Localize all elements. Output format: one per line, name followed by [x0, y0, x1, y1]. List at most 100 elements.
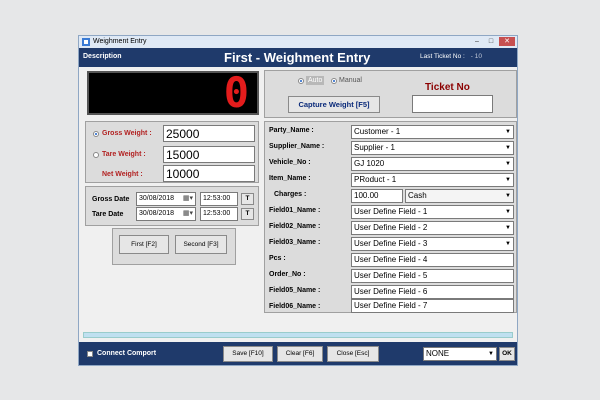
item-name-combo[interactable]: PRoduct - 1 ▼	[351, 173, 514, 187]
clear-button[interactable]: Clear [F6]	[277, 346, 323, 362]
weight-display: 0	[87, 71, 259, 115]
supplier-name-value: Supplier - 1	[354, 143, 395, 152]
status-strip	[83, 332, 513, 338]
page-header: Description First - Weighment Entry Last…	[79, 48, 517, 67]
close-button[interactable]: Close [Esc]	[327, 346, 379, 362]
vehicle-no-value: GJ 1020	[354, 159, 385, 168]
weighment-actions-panel: First [F2] Second [F3]	[112, 228, 236, 265]
chevron-down-icon[interactable]: ▼	[505, 174, 511, 186]
comport-select[interactable]: NONE ▼	[423, 347, 497, 361]
vehicle-no-label: Vehicle_No :	[269, 159, 311, 166]
dates-panel: Gross Date 30/08/2018 ▦▾ 12:53:00 T Tare …	[85, 186, 259, 226]
tare-time-t-button[interactable]: T	[241, 208, 254, 220]
party-name-label: Party_Name :	[269, 127, 314, 134]
chevron-down-icon[interactable]: ▼	[505, 222, 511, 234]
save-button[interactable]: Save [F10]	[223, 346, 273, 362]
supplier-name-combo[interactable]: Supplier - 1 ▼	[351, 141, 514, 155]
page-title: First - Weighment Entry	[224, 50, 371, 65]
gross-date-value: 30/08/2018	[139, 195, 175, 202]
net-weight-label: Net Weight :	[102, 171, 143, 178]
field05-input[interactable]: User Define Field - 6	[351, 285, 514, 299]
chevron-down-icon[interactable]: ▼	[505, 238, 511, 250]
second-button[interactable]: Second [F3]	[175, 235, 227, 254]
connect-comport-label: Connect Comport	[97, 350, 157, 357]
party-name-combo[interactable]: Customer - 1 ▼	[351, 125, 514, 139]
auto-label: Auto	[306, 76, 325, 85]
order-no-input[interactable]: User Define Field - 5	[351, 269, 514, 283]
first-button[interactable]: First [F2]	[119, 235, 169, 254]
minimize-button[interactable]: –	[471, 37, 483, 46]
calendar-icon[interactable]: ▦▾	[183, 208, 193, 220]
tare-date-label: Tare Date	[92, 211, 124, 218]
field01-label: Field01_Name :	[269, 207, 321, 214]
chevron-down-icon[interactable]: ▼	[488, 348, 494, 360]
weighment-window: Weighment Entry – □ ✕ Description First …	[78, 35, 518, 366]
capture-weight-button[interactable]: Capture Weight [F5]	[288, 96, 380, 113]
field06-label: Field06_Name :	[269, 303, 321, 310]
app-icon	[82, 38, 90, 46]
gross-radio[interactable]	[93, 131, 99, 137]
chevron-down-icon[interactable]: ▼	[505, 158, 511, 170]
comport-value: NONE	[426, 349, 450, 358]
close-window-button[interactable]: ✕	[499, 37, 515, 46]
maximize-button[interactable]: □	[485, 37, 497, 46]
last-ticket-value: - 10	[470, 53, 482, 60]
weights-panel: Gross Weight : 25000 Tare Weight : 15000…	[85, 121, 259, 183]
field03-value: User Define Field - 3	[354, 239, 428, 248]
net-weight-input[interactable]: 10000	[163, 165, 255, 182]
field02-label: Field02_Name :	[269, 223, 321, 230]
item-name-value: PRoduct - 1	[354, 175, 397, 184]
calendar-icon[interactable]: ▦▾	[183, 193, 193, 205]
chevron-down-icon[interactable]: ▼	[505, 126, 511, 138]
tare-date-value: 30/08/2018	[139, 210, 175, 217]
weight-digit: 0	[223, 68, 249, 117]
footer-bar: Connect Comport Save [F10] Clear [F6] Cl…	[79, 342, 517, 365]
window-title: Weighment Entry	[93, 38, 147, 45]
field03-combo[interactable]: User Define Field - 3 ▼	[351, 237, 514, 251]
ticket-no-label: Ticket No	[425, 82, 470, 93]
ticket-no-input[interactable]	[412, 95, 493, 113]
party-name-value: Customer - 1	[354, 127, 401, 136]
ok-button[interactable]: OK	[499, 347, 515, 361]
charges-input[interactable]: 100.00	[351, 189, 403, 203]
field03-label: Field03_Name :	[269, 239, 321, 246]
field06-input[interactable]: User Define Field - 7	[351, 299, 514, 313]
fields-panel: Party_Name : Customer - 1 ▼ Supplier_Name…	[264, 121, 517, 313]
description-label: Description	[83, 53, 122, 60]
gross-weight-input[interactable]: 25000	[163, 125, 255, 142]
manual-label: Manual	[339, 77, 362, 84]
last-ticket-label: Last Ticket No :	[420, 53, 465, 60]
tare-time-input[interactable]: 12:53:00	[200, 207, 238, 221]
chevron-down-icon[interactable]: ▼	[505, 206, 511, 218]
manual-radio[interactable]	[331, 78, 337, 84]
chevron-down-icon[interactable]: ▼	[505, 142, 511, 154]
tare-weight-label: Tare Weight :	[102, 151, 146, 158]
pcs-input[interactable]: User Define Field - 4	[351, 253, 514, 267]
payment-mode-value: Cash	[408, 191, 427, 200]
gross-time-t-button[interactable]: T	[241, 193, 254, 205]
field01-value: User Define Field - 1	[354, 207, 428, 216]
tare-weight-input[interactable]: 15000	[163, 146, 255, 163]
payment-mode-combo[interactable]: Cash ▼	[405, 189, 514, 203]
connect-comport-checkbox[interactable]	[87, 351, 93, 357]
tare-date-input[interactable]: 30/08/2018 ▦▾	[136, 207, 196, 221]
pcs-label: Pcs :	[269, 255, 286, 262]
last-ticket-info: Last Ticket No : - 10	[420, 53, 482, 60]
charges-label: Charges :	[274, 191, 307, 198]
order-no-label: Order_No :	[269, 271, 306, 278]
auto-radio[interactable]	[298, 78, 304, 84]
title-bar: Weighment Entry – □ ✕	[79, 36, 517, 48]
gross-date-label: Gross Date	[92, 196, 130, 203]
item-name-label: Item_Name :	[269, 175, 311, 182]
field01-combo[interactable]: User Define Field - 1 ▼	[351, 205, 514, 219]
field02-combo[interactable]: User Define Field - 2 ▼	[351, 221, 514, 235]
chevron-down-icon[interactable]: ▼	[505, 190, 511, 202]
field02-value: User Define Field - 2	[354, 223, 428, 232]
tare-radio[interactable]	[93, 152, 99, 158]
supplier-name-label: Supplier_Name :	[269, 143, 325, 150]
vehicle-no-combo[interactable]: GJ 1020 ▼	[351, 157, 514, 171]
gross-weight-label: Gross Weight :	[102, 130, 152, 137]
gross-date-input[interactable]: 30/08/2018 ▦▾	[136, 192, 196, 206]
gross-time-input[interactable]: 12:53:00	[200, 192, 238, 206]
field05-label: Field05_Name :	[269, 287, 321, 294]
